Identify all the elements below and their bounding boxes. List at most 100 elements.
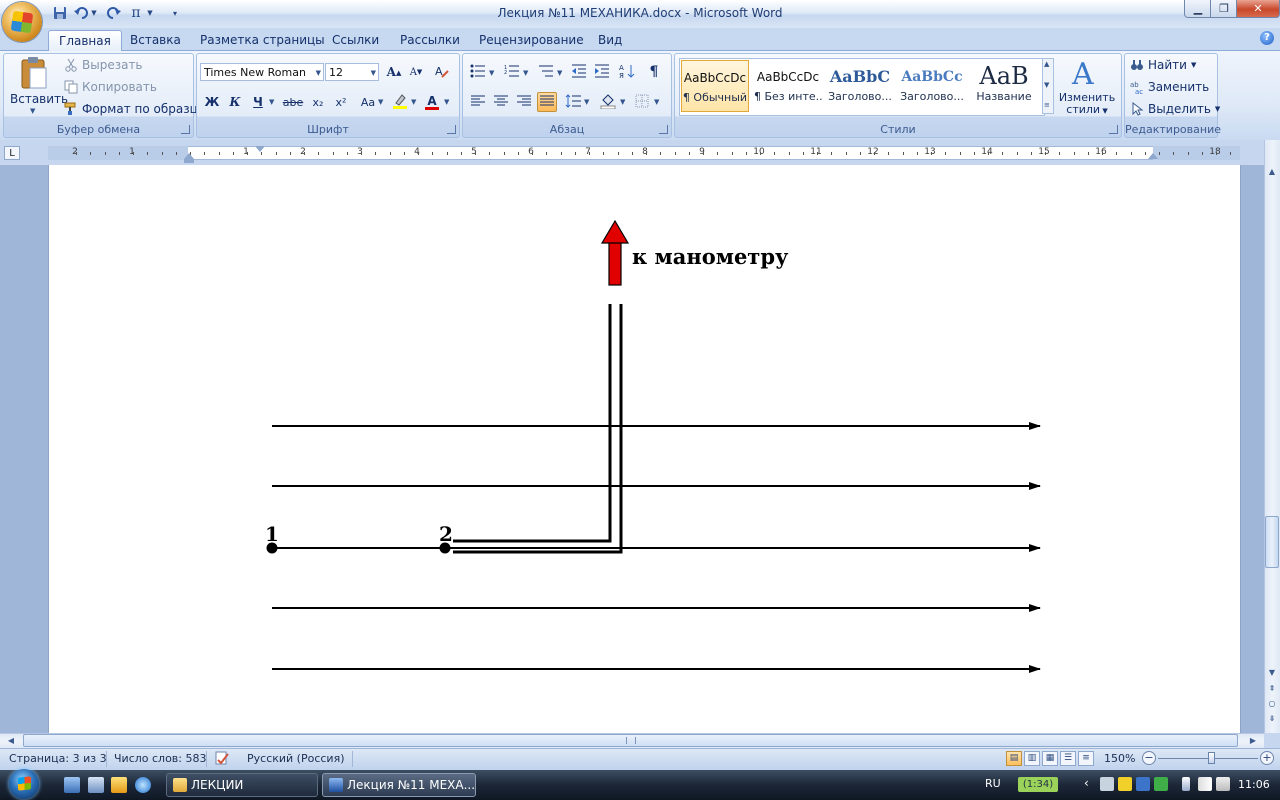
previous-page-icon[interactable]: ⇞ [1265,682,1279,696]
tab-review[interactable]: Рецензирование [469,30,594,50]
taskbar-button-lectures-folder[interactable]: ЛЕКЦИИ [166,773,318,797]
style-title[interactable]: AaB Название [970,60,1038,112]
select-browse-object-icon[interactable]: ○ [1265,697,1279,711]
full-screen-reading-button[interactable]: ▥ [1024,751,1040,766]
start-button[interactable] [2,768,48,800]
taskbar-clock[interactable]: 11:06 [1238,778,1270,791]
language-indicator[interactable]: Русский (Россия) [247,752,345,766]
styles-scroll-down-icon[interactable]: ▼ [1044,81,1049,89]
replace-button[interactable]: ab ac Заменить [1130,77,1209,97]
superscript-button[interactable]: x² [331,92,351,112]
office-button[interactable] [2,2,42,42]
shading-dropdown-icon[interactable]: ▼ [620,98,625,106]
multilevel-dropdown-icon[interactable]: ▼ [557,69,562,77]
clipboard-launcher-icon[interactable]: . [181,125,190,134]
style-heading-2[interactable]: AaBbCc Заголово... [898,60,966,112]
vertical-scrollbar[interactable] [1264,140,1280,733]
volume-icon[interactable] [1216,777,1230,791]
justify-button[interactable] [537,92,557,112]
tab-references[interactable]: Ссылки [322,30,389,50]
network-icon[interactable] [1100,777,1114,791]
highlight-dropdown-icon[interactable]: ▼ [411,98,416,106]
media-player-icon[interactable] [111,777,127,793]
shading-button[interactable] [598,92,618,112]
show-marks-button[interactable]: ¶ [644,62,664,82]
outline-view-button[interactable]: ☰ [1060,751,1076,766]
align-center-button[interactable] [491,92,511,112]
clear-formatting-button[interactable]: A [432,62,452,82]
line-spacing-button[interactable] [563,92,583,112]
show-hidden-icons-icon[interactable]: ‹ [1084,776,1089,790]
zoom-in-button[interactable]: + [1260,751,1274,765]
numbering-button[interactable]: 12 [502,62,522,82]
tab-home[interactable]: Главная [48,30,122,51]
web-layout-button[interactable]: ▦ [1042,751,1058,766]
scroll-left-icon[interactable]: ◀ [4,734,18,748]
internet-explorer-icon[interactable] [135,777,151,793]
help-icon[interactable]: ? [1260,31,1274,45]
increase-indent-button[interactable] [592,62,612,82]
style-no-spacing[interactable]: AaBbCcDc ¶ Без инте... [754,60,822,112]
font-launcher-icon[interactable]: . [447,125,456,134]
bullets-dropdown-icon[interactable]: ▼ [489,69,494,77]
draft-view-button[interactable]: ≡ [1078,751,1094,766]
undo-dropdown-icon[interactable]: ▼ [90,5,98,21]
paste-dropdown-icon[interactable]: ▼ [30,107,35,115]
tab-view[interactable]: Вид [588,30,632,50]
tab-insert[interactable]: Вставка [120,30,191,50]
grow-font-button[interactable]: A ▲ [384,62,404,82]
bluetooth-icon[interactable] [1136,777,1150,791]
taskbar-button-word[interactable]: Лекция №11 МЕХА... [322,773,476,797]
zoom-slider-thumb[interactable] [1208,752,1215,764]
equation-dropdown-icon[interactable]: ▼ [146,5,154,21]
vertical-scroll-thumb[interactable] [1265,516,1279,568]
first-line-indent-marker[interactable] [255,146,265,152]
save-icon[interactable] [52,5,68,21]
change-styles-icon[interactable]: A [1070,56,1102,92]
tab-page-layout[interactable]: Разметка страницы [190,30,335,50]
line-spacing-dropdown-icon[interactable]: ▼ [584,98,589,106]
left-indent-marker[interactable] [184,159,194,163]
close-button[interactable]: ✕ [1236,0,1280,18]
paste-button[interactable]: Вставить [10,92,68,106]
format-painter-button[interactable]: Формат по образцу [64,99,205,119]
style-normal[interactable]: AaBbCcDc ¶ Обычный [681,60,749,112]
decrease-indent-button[interactable] [569,62,589,82]
page-count[interactable]: Страница: 3 из 3 [9,752,107,766]
shrink-font-button[interactable]: A ▼ [406,62,426,82]
undo-icon[interactable] [74,5,90,21]
styles-launcher-icon[interactable]: . [1109,125,1118,134]
tab-selector[interactable]: L [4,146,20,160]
borders-button[interactable] [632,92,652,112]
change-styles-button[interactable]: Изменить стили ▼ [1056,92,1118,117]
scroll-up-icon[interactable]: ▲ [1265,165,1279,179]
subscript-button[interactable]: x₂ [308,92,328,112]
wifi-signal-icon[interactable] [1198,777,1212,791]
align-right-button[interactable] [514,92,534,112]
redo-icon[interactable] [106,5,122,21]
find-button[interactable]: Найти ▼ [1130,55,1196,75]
underline-dropdown-icon[interactable]: ▼ [269,98,274,106]
font-color-dropdown-icon[interactable]: ▼ [444,98,449,106]
font-color-button[interactable]: A [422,92,442,112]
copy-button[interactable]: Копировать [64,77,157,97]
switch-windows-icon[interactable] [88,777,104,793]
right-indent-marker[interactable] [1148,153,1158,159]
bullets-button[interactable] [468,62,488,82]
zoom-level[interactable]: 150% [1104,752,1135,766]
highlight-button[interactable] [390,92,410,112]
paragraph-launcher-icon[interactable]: . [659,125,668,134]
tray-timer[interactable]: (1:34) [1018,777,1058,792]
font-name-combo[interactable]: Times New Roman ▼ [200,63,324,81]
align-left-button[interactable] [468,92,488,112]
strikethrough-button[interactable]: abe [283,92,304,112]
show-desktop-icon[interactable] [64,777,80,793]
numbering-dropdown-icon[interactable]: ▼ [523,69,528,77]
maximize-button[interactable]: ❐ [1210,0,1238,18]
sort-button[interactable]: AЯ [617,62,637,82]
battery-icon[interactable] [1182,777,1190,791]
scroll-down-icon[interactable]: ▼ [1265,666,1279,680]
scroll-right-icon[interactable]: ▶ [1246,734,1260,748]
customize-qat-icon[interactable]: ▾ [170,5,180,21]
bold-button[interactable]: Ж [202,92,222,112]
